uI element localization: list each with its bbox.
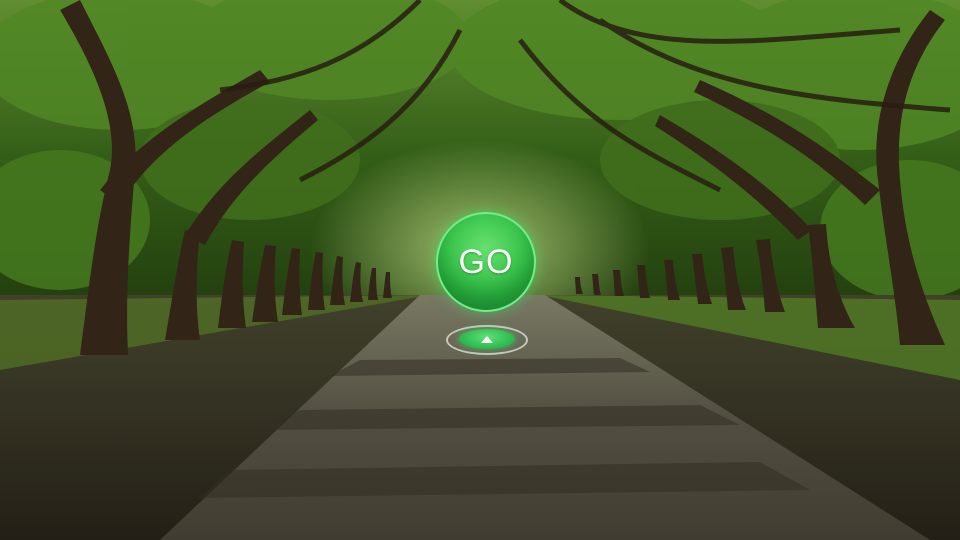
move-forward-button[interactable]	[459, 329, 515, 349]
vr-scene: GO	[0, 0, 960, 540]
up-arrow-icon	[481, 335, 493, 343]
go-button[interactable]: GO	[436, 212, 536, 312]
go-button-label: GO	[458, 242, 514, 281]
